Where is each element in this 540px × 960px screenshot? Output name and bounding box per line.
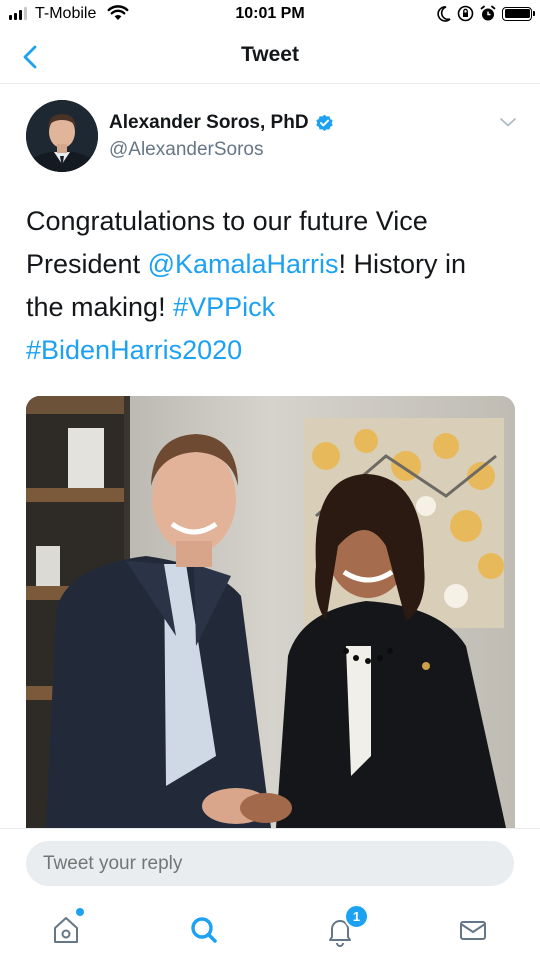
lock-rotation-icon bbox=[457, 5, 474, 22]
hashtag-link[interactable]: #VPPick bbox=[173, 292, 275, 322]
author-name-text[interactable]: Alexander Soros, PhD bbox=[109, 112, 309, 134]
new-content-indicator bbox=[76, 908, 84, 916]
battery-icon bbox=[502, 6, 535, 21]
notifications-badge: 1 bbox=[344, 904, 369, 929]
page-title: Tweet bbox=[241, 43, 299, 66]
photo-illustration bbox=[26, 396, 515, 828]
messages-envelope-icon[interactable] bbox=[455, 912, 491, 948]
moon-icon bbox=[437, 5, 451, 22]
chevron-down-icon[interactable] bbox=[498, 112, 518, 132]
mention-link[interactable]: @KamalaHarris bbox=[148, 249, 339, 279]
home-icon[interactable] bbox=[48, 912, 84, 948]
hashtag-link[interactable]: #BidenHarris2020 bbox=[26, 335, 242, 365]
tweet-text-line3-prefix: the making! bbox=[26, 292, 174, 322]
tweet-text-line2-suffix: ! History in bbox=[338, 249, 467, 279]
alarm-icon bbox=[480, 5, 496, 21]
nav-bar: Tweet bbox=[0, 30, 540, 84]
tweet-text: Congratulations to our future Vice Presi… bbox=[26, 200, 516, 372]
search-icon[interactable] bbox=[186, 912, 222, 948]
tweet-text-line1: Congratulations to our future Vice bbox=[26, 206, 428, 236]
status-indicators bbox=[437, 5, 535, 22]
reply-input[interactable] bbox=[26, 841, 514, 886]
verified-badge-icon bbox=[315, 114, 333, 131]
author-name[interactable]: Alexander Soros, PhD bbox=[109, 112, 334, 134]
tweet-photo[interactable] bbox=[26, 396, 515, 828]
status-bar: T-Mobile 10:01 PM bbox=[0, 0, 540, 30]
avatar[interactable] bbox=[26, 100, 98, 172]
author-handle[interactable]: @AlexanderSoros bbox=[109, 139, 263, 161]
tweet-text-line2-prefix: President bbox=[26, 249, 148, 279]
